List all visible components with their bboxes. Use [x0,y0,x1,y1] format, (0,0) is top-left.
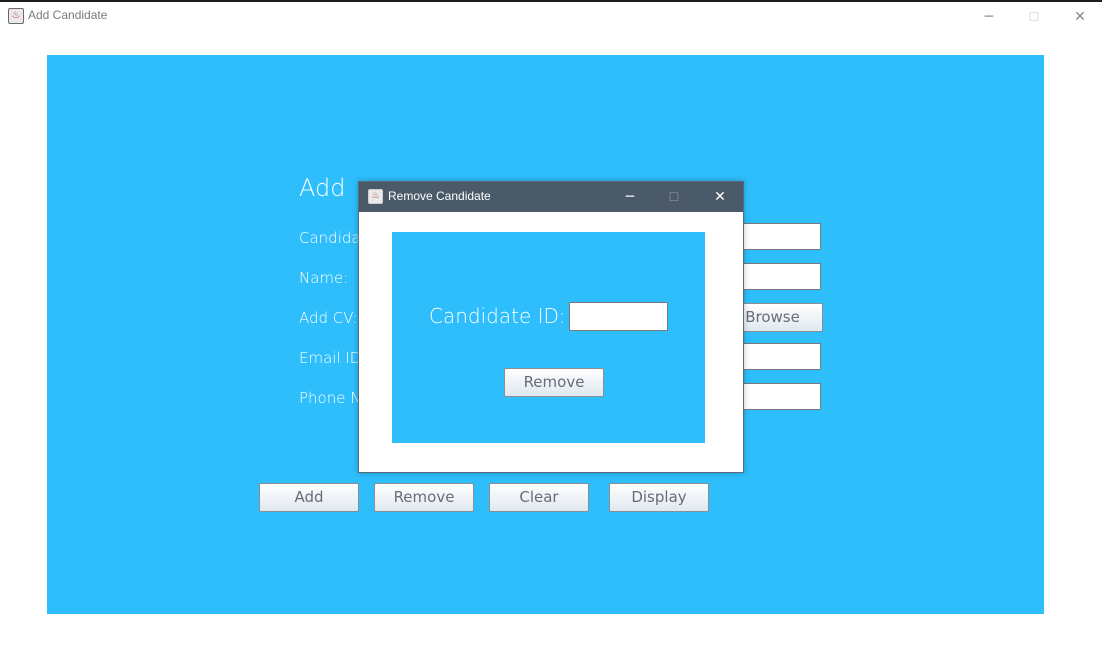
add-cv-label: Add CV: [299,309,358,327]
java-app-icon: ♨ [8,8,24,24]
dialog-maximize-button[interactable]: ☐ [659,186,689,208]
dialog-minimize-button[interactable]: ─ [615,186,645,208]
dialog-form-panel [392,232,705,443]
name-field[interactable] [741,263,821,290]
dialog-close-button[interactable]: ✕ [705,186,735,208]
name-label: Name: [299,269,349,287]
clear-button[interactable]: Clear [489,483,589,512]
minimize-button[interactable]: ─ [974,6,1004,28]
dialog-titlebar[interactable]: ♨ Remove Candidate ─ ☐ ✕ [359,182,743,212]
form-heading: Add [299,174,346,202]
dialog-remove-button[interactable]: Remove [504,368,604,397]
dialog-candidate-id-field[interactable] [569,302,668,331]
email-id-label: Email ID [299,349,362,367]
main-window-title: Add Candidate [28,8,108,22]
remove-button[interactable]: Remove [374,483,474,512]
remove-candidate-dialog: ♨ Remove Candidate ─ ☐ ✕ Candidate ID: R… [358,181,744,473]
maximize-button[interactable]: ☐ [1019,6,1049,28]
close-button[interactable]: ✕ [1065,6,1095,28]
candidate-id-field[interactable] [741,223,821,250]
add-button[interactable]: Add [259,483,359,512]
email-id-field[interactable] [741,343,821,370]
phone-number-field[interactable] [741,383,821,410]
display-button[interactable]: Display [609,483,709,512]
java-app-icon: ♨ [368,189,383,204]
main-window-titlebar[interactable]: ♨ Add Candidate ─ ☐ ✕ [0,2,1102,32]
candidate-id-label: Candida [299,229,361,247]
phone-number-label: Phone N [299,389,362,407]
dialog-candidate-id-label: Candidate ID: [429,304,566,328]
dialog-title: Remove Candidate [388,189,491,203]
